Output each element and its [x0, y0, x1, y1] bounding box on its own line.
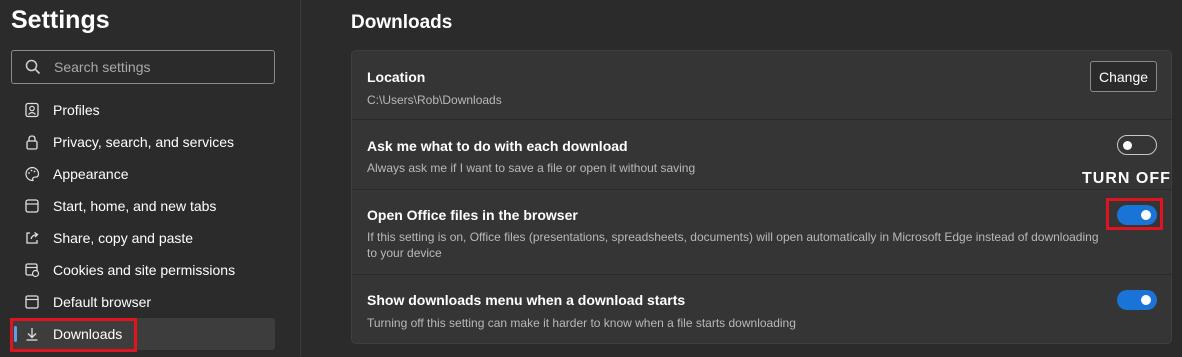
setting-row: Show downloads menu when a download star… [352, 275, 1173, 345]
sidebar-item-appearance[interactable]: Appearance [11, 158, 275, 190]
setting-description: If this setting is on, Office files (pre… [367, 230, 1099, 260]
turn-off-annotation: TURN OFF [1082, 170, 1171, 187]
toggle-knob [1141, 210, 1151, 220]
page-title: Downloads [351, 12, 453, 33]
sidebar-item-label: Cookies and site permissions [53, 262, 236, 278]
show-downloads-menu-toggle[interactable] [1117, 290, 1157, 310]
toggle-knob [1141, 295, 1151, 305]
share-icon [11, 230, 53, 246]
setting-title: Show downloads menu when a download star… [367, 292, 686, 308]
downloads-settings-card: Location C:\Users\Rob\Downloads Change A… [351, 50, 1173, 345]
setting-title: Open Office files in the browser [367, 207, 578, 223]
location-title: Location [367, 69, 426, 85]
ask-download-toggle[interactable] [1117, 135, 1157, 155]
change-location-button[interactable]: Change [1090, 61, 1157, 92]
search-box[interactable] [11, 50, 275, 84]
sidebar-item-privacy[interactable]: Privacy, search, and services [11, 126, 275, 158]
sidebar-item-cookies[interactable]: Cookies and site permissions [11, 254, 275, 286]
power-icon [11, 198, 53, 214]
toggle-knob [1123, 141, 1132, 150]
sidebar-title: Settings [11, 6, 110, 34]
sidebar: Settings Profiles Privacy, search, and s… [0, 0, 301, 357]
profile-icon [11, 102, 53, 118]
setting-row: Ask me what to do with each download Alw… [352, 120, 1173, 190]
open-office-toggle[interactable] [1117, 205, 1157, 225]
download-icon [11, 326, 53, 342]
setting-description: Always ask me if I want to save a file o… [367, 161, 696, 175]
site-permissions-icon [11, 262, 53, 278]
sidebar-item-label: Share, copy and paste [53, 230, 194, 246]
location-path: C:\Users\Rob\Downloads [367, 93, 502, 107]
search-icon [12, 59, 54, 75]
palette-icon [11, 166, 53, 182]
sidebar-item-label: Profiles [53, 102, 100, 118]
lock-icon [11, 134, 53, 150]
sidebar-item-label: Start, home, and new tabs [53, 198, 217, 214]
sidebar-item-label: Privacy, search, and services [53, 134, 235, 150]
sidebar-item-share[interactable]: Share, copy and paste [11, 222, 275, 254]
search-input[interactable] [54, 59, 264, 75]
sidebar-item-downloads[interactable]: Downloads [11, 318, 275, 350]
setting-title: Ask me what to do with each download [367, 138, 628, 154]
sidebar-item-profiles[interactable]: Profiles [11, 94, 275, 126]
setting-description: Turning off this setting can make it har… [367, 316, 796, 330]
sidebar-item-label: Downloads [53, 326, 123, 342]
sidebar-item-start-home[interactable]: Start, home, and new tabs [11, 190, 275, 222]
sidebar-item-label: Appearance [53, 166, 129, 182]
sidebar-item-default-browser[interactable]: Default browser [11, 286, 275, 318]
location-row: Location C:\Users\Rob\Downloads Change [352, 51, 1173, 120]
sidebar-item-label: Default browser [53, 294, 152, 310]
browser-icon [11, 294, 53, 310]
setting-row: Open Office files in the browser If this… [352, 190, 1173, 275]
